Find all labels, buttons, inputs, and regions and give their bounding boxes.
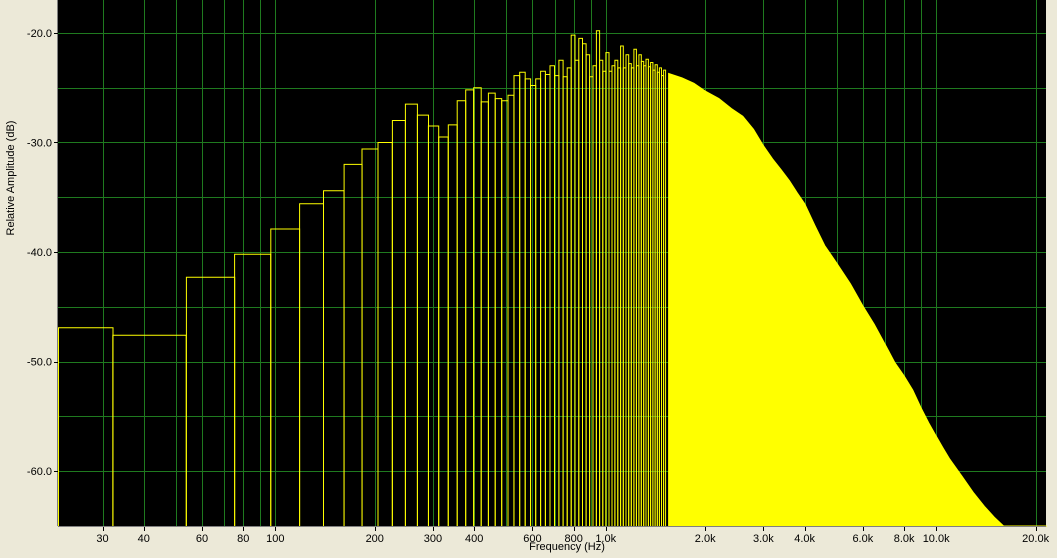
x-tick-label: 300 <box>424 533 442 545</box>
y-tick-label: -50.0 <box>27 357 52 369</box>
spectrum-panel: -20.0 -30.0 -40.0 -50.0 -60.0 30 40 60 80 100 200 3… <box>0 0 1057 553</box>
x-tick-label: 30 <box>96 533 108 545</box>
x-tick-label: 2.0k <box>695 533 716 545</box>
x-tick-label: 4.0k <box>794 533 815 545</box>
spectrum-chart: -20.0 -30.0 -40.0 -50.0 -60.0 30 40 60 80 100 200 3… <box>27 0 1050 545</box>
x-tick-label: 200 <box>366 533 384 545</box>
x-tick-label: 80 <box>237 533 249 545</box>
x-tick-label: 100 <box>266 533 284 545</box>
y-tick-label: -60.0 <box>27 466 52 478</box>
y-tick-label: -20.0 <box>27 28 52 40</box>
x-tick-label: 40 <box>138 533 150 545</box>
x-tick-label: 3.0k <box>753 533 774 545</box>
x-tick-label: 10.0k <box>923 533 950 545</box>
y-tick-label: -40.0 <box>27 247 52 259</box>
x-tick-label: 20.0k <box>1022 533 1049 545</box>
x-tick-label: 400 <box>465 533 483 545</box>
x-tick-label: 60 <box>196 533 208 545</box>
x-tick-label: 8.0k <box>894 533 915 545</box>
y-axis-label: Relative Amplitude (dB) <box>5 120 17 236</box>
x-axis-label: Frequency (Hz) <box>529 541 605 553</box>
y-tick-label: -30.0 <box>27 137 52 149</box>
x-tick-label: 6.0k <box>852 533 873 545</box>
